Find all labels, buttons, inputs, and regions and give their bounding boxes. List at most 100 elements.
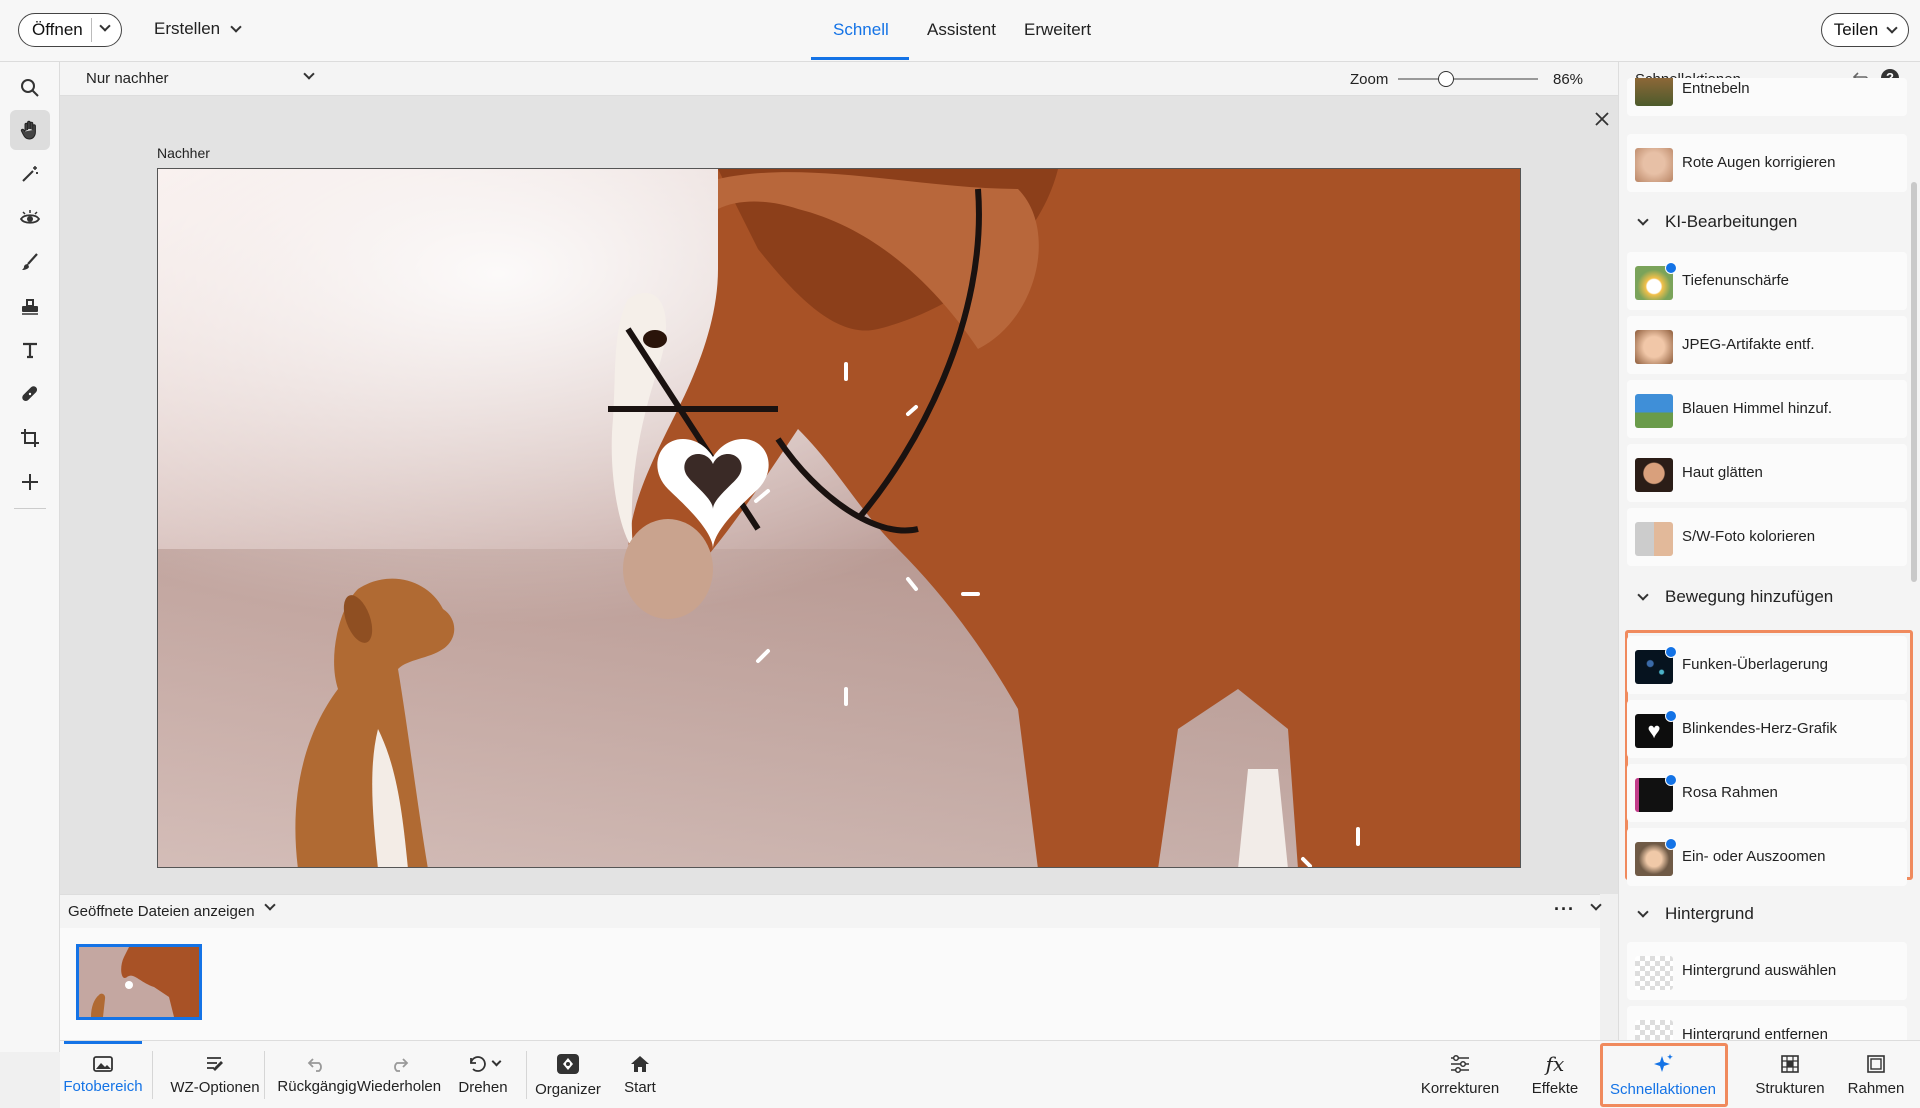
- stamp-icon: [22, 299, 38, 315]
- smooth-skin-thumbnail: [1635, 458, 1673, 492]
- blue-sky-label: Blauen Himmel hinzuf.: [1682, 400, 1833, 417]
- quick-action-blue-sky[interactable]: Blauen Himmel hinzuf.: [1627, 380, 1907, 438]
- hand-tool[interactable]: [10, 110, 50, 150]
- open-label: Öffnen: [32, 20, 83, 39]
- quick-action-pink-frame[interactable]: Rosa Rahmen: [1627, 764, 1907, 822]
- photo-bin-button[interactable]: Fotobereich: [60, 1041, 146, 1108]
- pink-frame-label: Rosa Rahmen: [1682, 784, 1778, 801]
- redo-label: Wiederholen: [356, 1077, 442, 1095]
- quick-action-zoom-in-out[interactable]: Ein- oder Auszoomen: [1627, 828, 1907, 886]
- chevron-down-icon: [1637, 213, 1649, 226]
- photo-bin-label: Fotobereich: [63, 1077, 143, 1095]
- section-background-title: Hintergrund: [1665, 904, 1754, 923]
- photo-preview[interactable]: [157, 168, 1521, 868]
- quick-action-depth-blur[interactable]: Tiefenunschärfe: [1627, 252, 1907, 310]
- rotate-button[interactable]: Drehen: [448, 1041, 518, 1108]
- start-button[interactable]: Start: [612, 1041, 668, 1108]
- new-badge: [1665, 646, 1677, 658]
- section-ai-edits-title: KI-Bearbeitungen: [1665, 212, 1798, 231]
- close-icon[interactable]: [1595, 112, 1609, 126]
- panel-scrollbar[interactable]: [1911, 182, 1917, 582]
- section-background[interactable]: Hintergrund: [1637, 904, 1754, 924]
- chevron-down-icon[interactable]: [1590, 899, 1602, 911]
- jpeg-label: JPEG-Artifakte entf.: [1682, 336, 1815, 353]
- quick-action-remove-background[interactable]: Hintergrund entfernen: [1627, 1006, 1907, 1040]
- tab-schnell[interactable]: Schnell: [833, 20, 889, 40]
- quick-action-dehaze[interactable]: Entnebeln: [1627, 78, 1907, 116]
- remove-bg-label: Hintergrund entfernen: [1682, 1026, 1828, 1040]
- create-menu[interactable]: Erstellen: [154, 19, 242, 39]
- quick-action-sparkle-overlay[interactable]: Funken-Überlagerung: [1627, 636, 1907, 694]
- section-ai-edits[interactable]: KI-Bearbeitungen: [1637, 212, 1798, 232]
- chevron-down-icon[interactable]: [264, 899, 276, 911]
- show-open-files[interactable]: Geöffnete Dateien anzeigen: [68, 903, 255, 920]
- redo-button[interactable]: Wiederholen: [356, 1041, 442, 1108]
- zoom-slider[interactable]: [1398, 71, 1538, 87]
- more-icon[interactable]: ···: [1554, 899, 1575, 920]
- quick-action-jpeg-artifacts[interactable]: JPEG-Artifakte entf.: [1627, 316, 1907, 374]
- crop-tool[interactable]: [10, 418, 50, 458]
- photo-thumbnail[interactable]: [76, 944, 202, 1020]
- new-badge: [1665, 838, 1677, 850]
- open-button[interactable]: Öffnen: [18, 13, 122, 47]
- zoom-label: Ein- oder Auszoomen: [1682, 848, 1826, 865]
- tool-bar: [0, 62, 60, 1052]
- text-icon: [23, 342, 37, 359]
- zoom-label: Zoom: [1350, 71, 1389, 88]
- brush-icon: [22, 253, 38, 270]
- tab-erweitert[interactable]: Erweitert: [1024, 20, 1091, 40]
- organizer-button[interactable]: Organizer: [530, 1041, 606, 1108]
- zoom-value: 86%: [1553, 71, 1584, 88]
- textures-button[interactable]: Strukturen: [1740, 1041, 1840, 1108]
- frames-button[interactable]: Rahmen: [1840, 1041, 1912, 1108]
- zoom-tool[interactable]: [10, 68, 50, 108]
- effects-label: Effekte: [1531, 1079, 1579, 1097]
- crop-icon: [21, 429, 39, 447]
- photo-bin-bar: Geöffnete Dateien anzeigen ···: [60, 894, 1602, 928]
- share-label: Teilen: [1833, 20, 1879, 39]
- rotate-label: Drehen: [458, 1078, 508, 1096]
- quick-action-red-eye[interactable]: Rote Augen korrigieren: [1627, 134, 1907, 192]
- chevron-down-icon[interactable]: [99, 20, 111, 32]
- quick-action-select-background[interactable]: Hintergrund auswählen: [1627, 942, 1907, 1000]
- quick-actions-highlight: [1600, 1043, 1728, 1107]
- colorize-label: S/W-Foto kolorieren: [1682, 528, 1816, 545]
- quick-action-smooth-skin[interactable]: Haut glätten: [1627, 444, 1907, 502]
- quick-action-blinking-heart[interactable]: ♥ Blinkendes-Herz-Grafik: [1627, 700, 1907, 758]
- eye-tool[interactable]: [10, 198, 50, 238]
- tool-options-button[interactable]: WZ-Optionen: [160, 1041, 270, 1108]
- horse-dog-photo: [158, 169, 1520, 867]
- share-button[interactable]: Teilen: [1821, 13, 1909, 47]
- magic-wand-tool[interactable]: [10, 154, 50, 194]
- effects-button[interactable]: fx Effekte: [1520, 1041, 1590, 1108]
- new-badge: [1665, 262, 1677, 274]
- fx-icon: fx: [1545, 1051, 1565, 1076]
- magic-wand-icon: [22, 166, 38, 182]
- chevron-down-icon[interactable]: [491, 1056, 501, 1066]
- zoom-slider-handle[interactable]: [1437, 71, 1454, 87]
- undo-button[interactable]: Rückgängig: [272, 1041, 362, 1108]
- brush-tool[interactable]: [10, 242, 50, 282]
- section-add-motion[interactable]: Bewegung hinzufügen: [1637, 587, 1833, 607]
- move-tool[interactable]: [10, 462, 50, 502]
- dehaze-thumbnail: [1635, 78, 1673, 106]
- text-tool[interactable]: [10, 330, 50, 370]
- tab-assistent[interactable]: Assistent: [927, 20, 996, 40]
- view-select[interactable]: Nur nachher: [86, 70, 169, 87]
- quick-actions-panel: Schnellaktionen ? Entnebeln Rote Augen k…: [1618, 62, 1920, 1040]
- quick-action-colorize[interactable]: S/W-Foto kolorieren: [1627, 508, 1907, 566]
- photo-thumbnail-image: [79, 947, 199, 1017]
- healing-tool[interactable]: [10, 374, 50, 414]
- top-bar: Öffnen Erstellen Schnell Assistent Erwei…: [0, 0, 1920, 62]
- home-icon: [631, 1055, 649, 1072]
- jpeg-thumbnail: [1635, 330, 1673, 364]
- corrections-button[interactable]: Korrekturen: [1410, 1041, 1510, 1108]
- chevron-down-icon[interactable]: [303, 68, 315, 80]
- stamp-tool[interactable]: [10, 286, 50, 326]
- photo-bin-icon: [93, 1055, 113, 1072]
- tool-options-icon: [207, 1056, 223, 1071]
- select-bg-thumbnail: [1635, 956, 1673, 990]
- redo-icon: [394, 1057, 409, 1072]
- tool-options-label: WZ-Optionen: [170, 1078, 260, 1096]
- select-bg-label: Hintergrund auswählen: [1682, 962, 1837, 979]
